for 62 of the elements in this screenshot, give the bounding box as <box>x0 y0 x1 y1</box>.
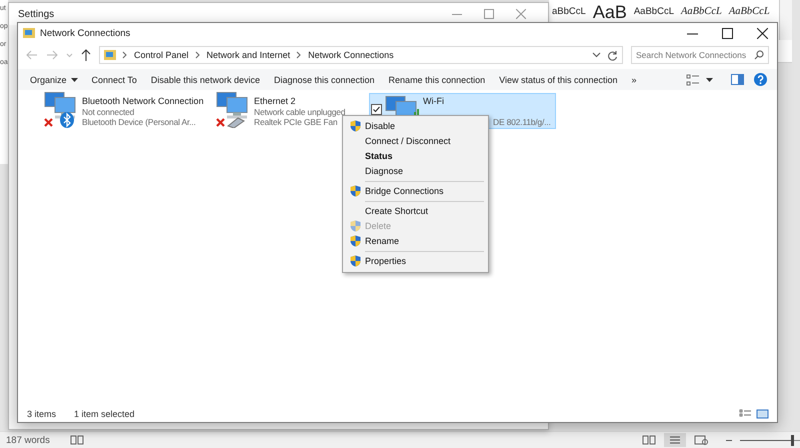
adapter-status: Network cable unplugged <box>254 106 346 117</box>
adapter-device: Realtek PCIe GBE Fan <box>254 117 338 128</box>
menu-item[interactable]: Rename <box>345 234 486 249</box>
item-count: 3 items <box>27 408 56 418</box>
window-title: Network Connections <box>40 28 130 38</box>
control-panel-icon <box>104 50 116 60</box>
print-layout-icon[interactable] <box>664 433 686 447</box>
web-layout-icon[interactable] <box>694 435 708 445</box>
toolbar-button[interactable]: » <box>632 74 637 84</box>
caret-icon[interactable] <box>592 51 601 59</box>
maximize-icon[interactable] <box>722 28 733 38</box>
style-preview[interactable]: AaBbCcL <box>680 4 722 20</box>
toolbar-button[interactable]: Connect To <box>92 74 137 84</box>
toolbar-button[interactable]: View status of this connection <box>499 74 618 84</box>
breadcrumb[interactable]: Network and Internet <box>206 50 290 60</box>
toolbar-button[interactable]: Rename this connection <box>388 74 486 84</box>
address-bar[interactable]: Control Panel Network and Internet Network Connections <box>99 46 623 64</box>
chevron-icon[interactable] <box>194 51 201 59</box>
network-folder-icon <box>23 27 35 39</box>
menu-item[interactable]: Bridge Connections <box>345 184 486 199</box>
adapter-name: Bluetooth Network Connection <box>82 96 204 106</box>
style-preview[interactable]: AaBbCcL <box>634 4 674 20</box>
menu-item[interactable]: Create Shortcut <box>345 204 486 219</box>
details-view-icon[interactable] <box>739 408 752 418</box>
chevron-icon[interactable] <box>122 51 128 59</box>
menu-item[interactable]: Connect / Disconnect <box>345 134 486 149</box>
window-title: Settings <box>18 8 54 20</box>
adapter-name: Wi-Fi <box>423 96 445 106</box>
breadcrumb[interactable]: Control Panel <box>134 50 189 60</box>
search-icon[interactable] <box>754 50 764 60</box>
adapter-device: Bluetooth Device (Personal Ar... <box>82 117 197 128</box>
style-preview[interactable]: AaBbCcL <box>728 4 770 20</box>
book-icon[interactable] <box>70 435 84 445</box>
search-field[interactable]: Search Network Connections <box>631 46 769 64</box>
toolbar-button[interactable]: Diagnose this connection <box>274 74 375 84</box>
adapter-device: DE 802.11b/g/... <box>492 116 551 127</box>
toolbar-button[interactable]: Organize <box>30 74 67 84</box>
preview-pane-icon[interactable] <box>731 74 744 85</box>
tiles-view-icon[interactable] <box>756 408 769 418</box>
menu-item[interactable]: Properties <box>345 254 486 269</box>
selection-count: 1 item selected <box>74 408 135 418</box>
checkbox[interactable] <box>371 104 382 115</box>
word-count[interactable]: 187 words <box>6 434 50 446</box>
menu-item[interactable]: Diagnose <box>345 164 486 179</box>
caret-icon[interactable] <box>706 78 713 82</box>
help-icon[interactable] <box>754 73 767 86</box>
caret-icon[interactable] <box>70 78 78 82</box>
breadcrumb[interactable]: Network Connections <box>308 50 394 60</box>
style-preview[interactable]: aBbCcL <box>552 4 586 20</box>
gallery-scroll-bar[interactable] <box>779 0 792 40</box>
adapter-name: Ethernet 2 <box>254 96 297 106</box>
style-preview[interactable]: AaB <box>592 4 627 20</box>
up-arrow-icon[interactable] <box>81 49 91 61</box>
read-mode-icon[interactable] <box>642 435 656 445</box>
chevron-icon[interactable] <box>296 51 302 59</box>
refresh-icon[interactable] <box>607 50 618 60</box>
network-adapter[interactable]: Bluetooth Network Connection Not connected Bluetooth Device (Personal Ar... <box>40 93 209 127</box>
toolbar-button[interactable]: Disable this network device <box>150 74 260 84</box>
adapter-status: Not connected <box>82 106 136 117</box>
view-options-icon[interactable] <box>686 74 700 86</box>
close-icon[interactable] <box>757 28 768 38</box>
menu-item[interactable]: Status <box>345 149 486 164</box>
